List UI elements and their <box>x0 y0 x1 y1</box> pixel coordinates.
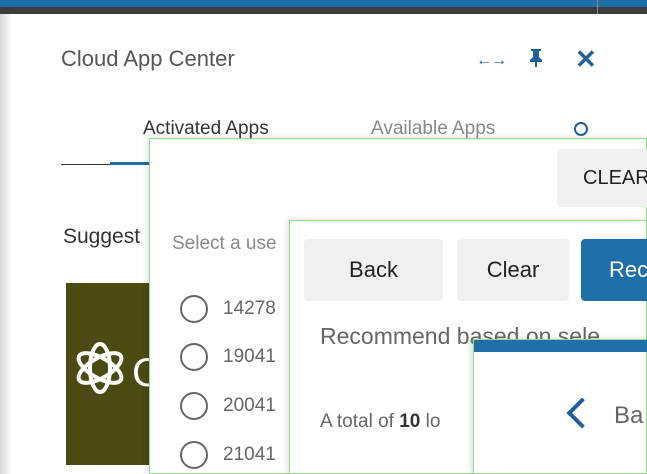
chevron-left-icon[interactable] <box>566 397 598 429</box>
nested-dialog: Ba <box>473 339 647 474</box>
user-option-label: 14278 <box>223 298 276 319</box>
tab-activated-apps[interactable]: Activated Apps <box>143 118 269 140</box>
expand-icon[interactable]: ←→ <box>476 52 507 70</box>
user-option[interactable]: 20041 <box>180 392 276 420</box>
user-option-label: 21041 <box>223 444 276 465</box>
user-option[interactable]: 19041 <box>180 343 276 371</box>
user-option-label: 19041 <box>223 346 276 367</box>
suggested-heading: Suggest <box>63 225 141 248</box>
radio-button[interactable] <box>180 392 208 420</box>
top-bar-accent <box>0 0 647 7</box>
panel-title: Cloud App Center <box>61 46 235 71</box>
total-suffix: lo <box>420 411 441 432</box>
pin-icon[interactable] <box>528 48 544 73</box>
back-button[interactable]: Back <box>304 239 443 301</box>
pin-icon-glyph <box>530 49 542 67</box>
tab-available-apps[interactable]: Available Apps <box>371 118 495 140</box>
recommend-button[interactable]: Rec <box>581 239 647 301</box>
total-count-text: A total of 10 lo <box>320 411 440 433</box>
clear-button[interactable]: Clear <box>457 239 569 301</box>
clear-button[interactable]: CLEAR <box>557 149 647 207</box>
radio-button[interactable] <box>180 441 208 469</box>
openai-logo-icon <box>76 342 124 394</box>
total-count: 10 <box>399 411 421 432</box>
radio-button[interactable] <box>180 343 208 371</box>
user-option-label: 20041 <box>223 395 276 416</box>
top-bar-separator <box>597 0 598 14</box>
user-option[interactable]: 14278 <box>180 295 276 323</box>
user-option[interactable]: 21041 <box>180 441 276 469</box>
search-icon[interactable] <box>574 122 588 136</box>
select-user-label: Select a use <box>172 233 277 254</box>
nested-dialog-header-bar <box>474 340 647 352</box>
radio-button[interactable] <box>180 295 208 323</box>
top-bar <box>0 0 647 14</box>
nested-back-label[interactable]: Ba <box>614 402 643 430</box>
close-icon[interactable]: ✕ <box>575 44 597 75</box>
active-tab-indicator <box>110 162 152 165</box>
total-prefix: A total of <box>320 411 400 432</box>
panel-shadow <box>0 14 12 474</box>
